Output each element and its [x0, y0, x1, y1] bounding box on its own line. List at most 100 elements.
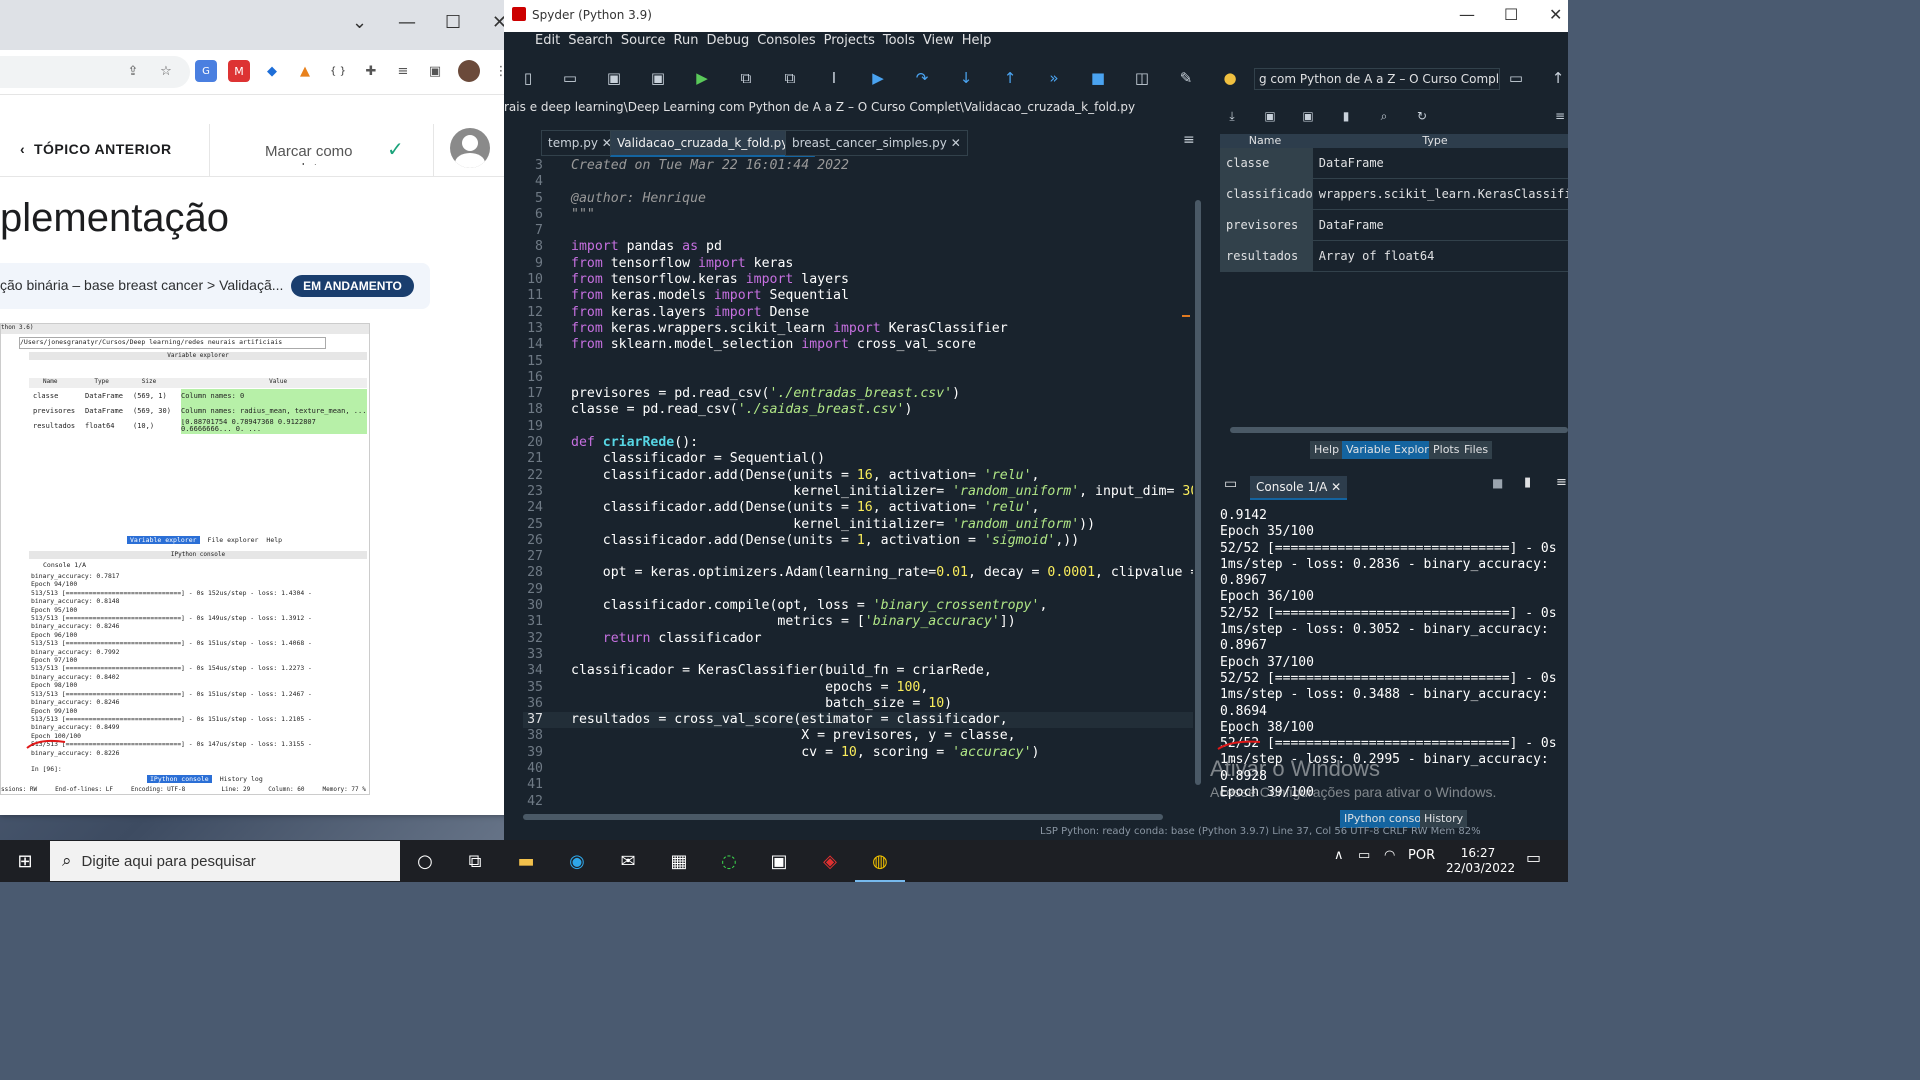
remove-all-icon[interactable]: ▮ [1336, 106, 1356, 126]
continue-icon[interactable]: » [1044, 68, 1064, 88]
stop-kernel-icon[interactable]: ■ [1492, 476, 1503, 490]
table-row[interactable]: classificador wrappers.scikit_learn.Keras… [1220, 179, 1568, 210]
tab-temp[interactable]: temp.py ✕ [541, 130, 619, 156]
debug-icon[interactable]: ▶ [868, 68, 888, 88]
chrome-taskbar-icon[interactable]: ◍ [865, 846, 895, 876]
task-view-icon[interactable]: ⧉ [460, 846, 490, 876]
column-header-name[interactable]: Name [1220, 134, 1310, 148]
new-file-icon[interactable]: ▯ [518, 68, 538, 88]
avatar[interactable] [450, 128, 490, 168]
language-indicator[interactable]: POR [1408, 848, 1435, 863]
show-hidden-icons-icon[interactable]: ∧ [1334, 848, 1344, 863]
metamask-extension-icon[interactable]: ▲ [294, 60, 316, 82]
json-extension-icon[interactable]: { } [327, 60, 349, 82]
reading-list-icon[interactable]: ≡ [392, 60, 414, 82]
tabs-menu-icon[interactable]: ≡ [1183, 132, 1195, 148]
mail-icon[interactable]: ✉ [613, 846, 643, 876]
table-row[interactable]: resultados Array of float64 [1220, 241, 1568, 272]
clock[interactable]: 16:27 22/03/2022 [1446, 846, 1515, 876]
tab-files[interactable]: Files [1460, 441, 1493, 459]
working-directory-field[interactable]: g com Python de A a Z – O Curso Complet [1254, 68, 1500, 90]
parent-directory-icon[interactable]: ↑ [1548, 68, 1568, 88]
bookmark-star-icon[interactable]: ☆ [155, 60, 177, 82]
editor-horizontal-scrollbar[interactable] [523, 812, 1203, 822]
taskbar-search[interactable]: ⌕ Digite aqui para pesquisar [50, 841, 400, 881]
step-return-icon[interactable]: ↑ [1000, 68, 1020, 88]
store-icon[interactable]: ▦ [664, 846, 694, 876]
translate-extension-icon[interactable]: G [195, 60, 217, 82]
menu-projects[interactable]: Projects [824, 33, 875, 48]
share-icon[interactable]: ⇪ [122, 60, 144, 82]
previous-topic-link[interactable]: ‹ TÓPICO ANTERIOR [20, 141, 172, 157]
network-icon[interactable]: ▭ [1358, 848, 1370, 863]
mark-complete-button[interactable]: Marcar como completo [265, 143, 365, 165]
tab-search-icon[interactable]: ⌄ [352, 12, 367, 33]
maximize-button[interactable]: ☐ [1504, 5, 1518, 24]
save-data-as-icon[interactable]: ▣ [1298, 106, 1318, 126]
notifications-icon[interactable]: ▭ [1526, 848, 1541, 867]
side-panel-icon[interactable]: ▣ [424, 60, 446, 82]
menu-consoles[interactable]: Consoles [757, 33, 815, 48]
spyder-taskbar-icon[interactable]: ◈ [815, 846, 845, 876]
column-header-type[interactable]: Type [1310, 134, 1560, 148]
table-row[interactable]: classe DataFrame [1220, 148, 1568, 179]
console-menu-icon[interactable]: ≡ [1556, 475, 1567, 490]
tab-help[interactable]: Help [1310, 441, 1344, 459]
maximize-button[interactable]: ☐ [445, 12, 461, 33]
table-row[interactable]: previsores DataFrame [1220, 210, 1568, 241]
extension-diamond-icon[interactable]: ◆ [261, 60, 283, 82]
run-cell-icon[interactable]: ⧉ [736, 68, 756, 88]
menu-view[interactable]: View [923, 33, 954, 48]
save-all-icon[interactable]: ▣ [648, 68, 668, 88]
windows-start-icon[interactable]: ⊞ [10, 846, 40, 876]
close-tab-icon[interactable]: ✕ [951, 136, 961, 150]
cortana-icon[interactable]: ○ [410, 846, 440, 876]
terminal-icon[interactable]: ▣ [764, 846, 794, 876]
extensions-puzzle-icon[interactable]: ✚ [360, 60, 382, 82]
breadcrumb[interactable]: ção binária – base breast cancer > Valid… [0, 277, 283, 293]
console-options-icon[interactable]: ▭ [1224, 476, 1237, 492]
lesson-video[interactable]: thon 3.6) /Users/jonesgranatyr/Cursos/De… [0, 323, 370, 795]
menu-run[interactable]: Run [674, 33, 699, 48]
open-folder-icon[interactable]: ▭ [560, 68, 580, 88]
run-selection-icon[interactable]: I [824, 68, 844, 88]
menu-source[interactable]: Source [621, 33, 666, 48]
import-data-icon[interactable]: ⤓ [1222, 106, 1242, 126]
menu-help[interactable]: Help [962, 33, 992, 48]
minimize-button[interactable]: — [398, 12, 416, 33]
minimize-button[interactable]: — [1459, 5, 1475, 24]
wifi-icon[interactable]: ◠ [1384, 848, 1395, 863]
browse-folder-icon[interactable]: ▭ [1506, 68, 1526, 88]
edge-browser-icon[interactable]: ◉ [562, 846, 592, 876]
step-into-icon[interactable]: ↓ [956, 68, 976, 88]
code-editor[interactable]: 3 Created on Tue Mar 22 16:01:44 2022 4 5… [523, 157, 1203, 812]
menu-tools[interactable]: Tools [883, 33, 915, 48]
python-path-icon[interactable]: ● [1220, 68, 1240, 88]
menu-search[interactable]: Search [568, 33, 613, 48]
menu-debug[interactable]: Debug [706, 33, 749, 48]
run-cell-advance-icon[interactable]: ⧉ [780, 68, 800, 88]
anaconda-icon[interactable]: ◌ [714, 846, 744, 876]
tab-console[interactable]: Console 1/A ✕ [1250, 476, 1348, 500]
save-data-icon[interactable]: ▣ [1260, 106, 1280, 126]
editor-scroll-thumb[interactable] [1195, 200, 1201, 785]
stop-icon[interactable]: ■ [1088, 68, 1108, 88]
close-button[interactable]: ✕ [1549, 5, 1562, 24]
extension-m-icon[interactable]: M [228, 60, 250, 82]
save-icon[interactable]: ▣ [604, 68, 624, 88]
run-icon[interactable]: ▶ [692, 68, 712, 88]
search-icon[interactable]: ⌕ [1374, 106, 1394, 126]
preferences-wrench-icon[interactable]: ✎ [1176, 68, 1196, 88]
var-horizontal-scrollbar[interactable] [1230, 427, 1568, 433]
close-tab-icon[interactable]: ✕ [1331, 480, 1341, 494]
profile-avatar-icon[interactable] [458, 60, 480, 82]
file-explorer-icon[interactable]: ▬ [511, 846, 541, 876]
menu-edit[interactable]: Edit [535, 33, 560, 48]
pane-menu-icon[interactable]: ≡ [1550, 106, 1570, 126]
maximize-pane-icon[interactable]: ◫ [1132, 68, 1152, 88]
tab-plots[interactable]: Plots [1429, 441, 1464, 459]
step-over-icon[interactable]: ↷ [912, 68, 932, 88]
clear-console-icon[interactable]: ▮ [1524, 475, 1531, 490]
refresh-icon[interactable]: ↻ [1412, 106, 1432, 126]
tab-breast-cancer[interactable]: breast_cancer_simples.py ✕ [785, 130, 968, 156]
